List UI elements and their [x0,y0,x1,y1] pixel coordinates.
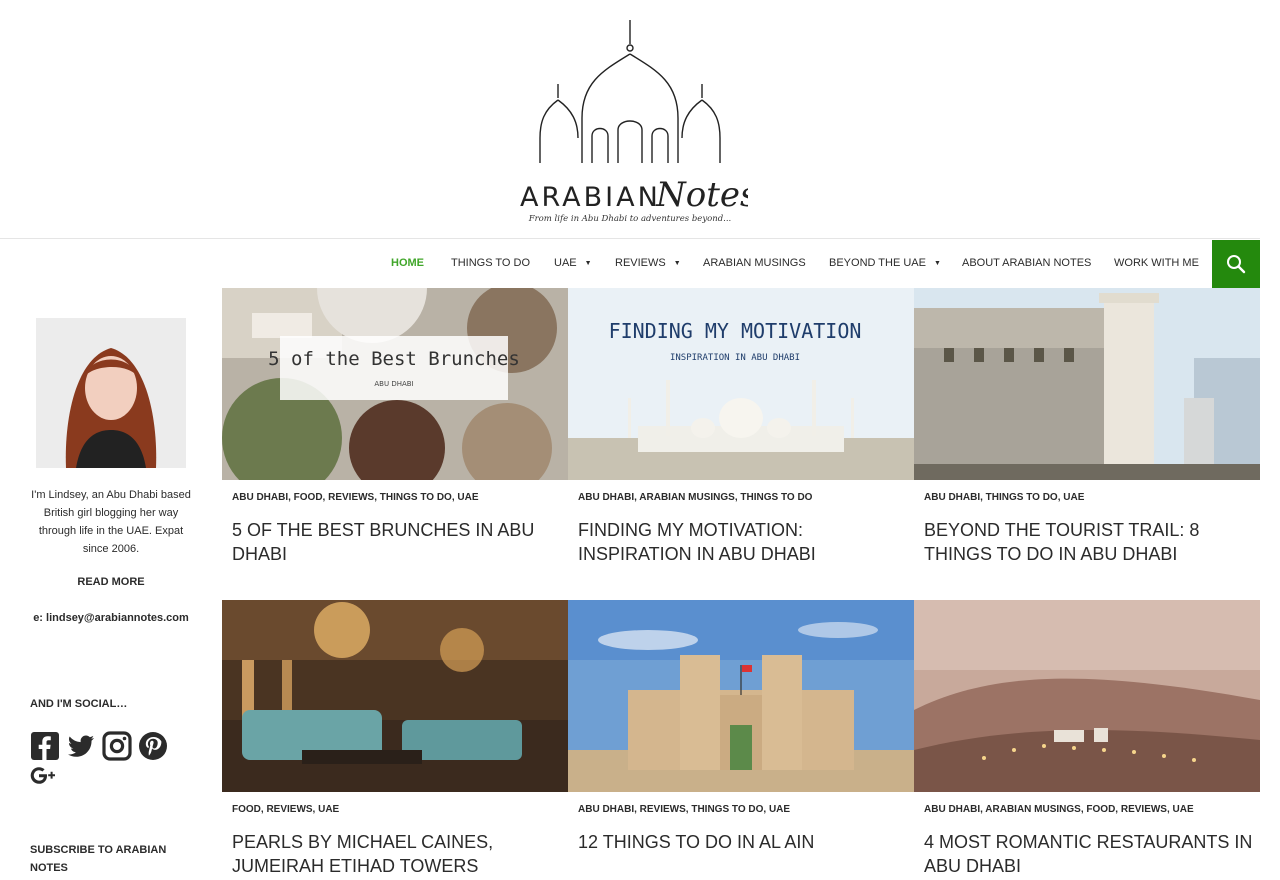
nav-item-label: UAE [554,257,577,269]
nav-item-about[interactable]: ABOUT ARABIAN NOTES [962,239,1091,288]
nav-item-things-to-do[interactable]: THINGS TO DO [451,239,530,288]
nav-item-label: BEYOND THE UAE [829,257,926,269]
nav-item-label: ABOUT ARABIAN NOTES [962,257,1092,269]
read-more-link[interactable]: READ MORE [30,576,192,588]
svg-text:From life in Abu Dhabi to adve: From life in Abu Dhabi to adventures bey… [528,214,732,224]
post-thumbnail[interactable]: FINDING MY MOTIVATION INSPIRATION IN ABU… [568,288,914,480]
nav-item-label: HOME [391,257,424,269]
post-thumbnail[interactable]: 5 of the Best Brunches ABU DHABI [222,288,568,480]
post-thumbnail[interactable] [914,288,1260,480]
post-thumbnail[interactable] [568,600,914,792]
author-photo [36,318,186,468]
post-title[interactable]: 12 THINGS TO DO IN AL AIN [578,830,908,854]
twitter-icon[interactable] [66,731,96,761]
svg-text:FINDING MY MOTIVATION: FINDING MY MOTIVATION [609,319,862,343]
nav-item-label: THINGS TO DO [451,257,531,269]
post-categories[interactable]: ABU DHABI, ARABIAN MUSINGS, FOOD, REVIEW… [924,804,1254,815]
nav-item-reviews[interactable]: REVIEWS ▼ [615,239,681,288]
facebook-icon[interactable] [30,731,60,761]
nav-item-home[interactable]: HOME [391,239,424,288]
social-widget-title: AND I'M SOCIAL… [30,698,128,710]
svg-text:INSPIRATION IN ABU DHABI: INSPIRATION IN ABU DHABI [670,353,800,363]
nav-item-label: REVIEWS [615,257,666,269]
instagram-icon[interactable] [102,731,132,761]
post-categories[interactable]: ABU DHABI, FOOD, REVIEWS, THINGS TO DO, … [232,492,562,503]
nav-item-arabian-musings[interactable]: ARABIAN MUSINGS [703,239,806,288]
svg-text:ARABIAN: ARABIAN [520,182,661,213]
post-categories[interactable]: ABU DHABI, THINGS TO DO, UAE [924,492,1254,503]
post-title[interactable]: 4 MOST ROMANTIC RESTAURANTS IN ABU DHABI [924,830,1254,878]
chevron-down-icon: ▼ [673,260,681,267]
search-icon [1227,255,1246,274]
mosque-logo-icon: ARABIAN Notes From life in Abu Dhabi to … [520,20,757,224]
site-header: ARABIAN Notes From life in Abu Dhabi to … [0,0,1280,240]
post-title[interactable]: PEARLS BY MICHAEL CAINES, JUMEIRAH ETIHA… [232,830,562,878]
post-categories[interactable]: ABU DHABI, ARABIAN MUSINGS, THINGS TO DO [578,492,908,503]
site-logo[interactable]: ARABIAN Notes From life in Abu Dhabi to … [512,18,757,228]
nav-item-work-with-me[interactable]: WORK WITH ME [1114,239,1199,288]
post-thumbnail[interactable] [222,600,568,792]
nav-item-label: ARABIAN MUSINGS [703,257,806,269]
post-title[interactable]: 5 OF THE BEST BRUNCHES IN ABU DHABI [232,518,562,566]
nav-item-label: WORK WITH ME [1114,257,1199,269]
main-navigation: HOME THINGS TO DO UAE ▼ REVIEWS ▼ ARABIAN … [0,239,1260,288]
post-categories[interactable]: ABU DHABI, REVIEWS, THINGS TO DO, UAE [578,804,908,815]
email-link[interactable]: e: lindsey@arabiannotes.com [30,612,192,624]
author-bio: I'm Lindsey, an Abu Dhabi based British … [31,489,191,555]
search-button[interactable] [1212,240,1260,288]
post-categories[interactable]: FOOD, REVIEWS, UAE [232,804,562,815]
svg-text:5 of the Best Brunches: 5 of the Best Brunches [268,348,520,370]
svg-text:ABU DHABI: ABU DHABI [374,380,413,388]
post-thumbnail[interactable] [914,600,1260,792]
pinterest-icon[interactable] [138,731,168,761]
chevron-down-icon: ▼ [584,260,592,267]
google-plus-icon[interactable] [30,764,58,788]
nav-item-uae[interactable]: UAE ▼ [554,239,592,288]
nav-item-beyond-the-uae[interactable]: BEYOND THE UAE ▼ [829,239,941,288]
chevron-down-icon: ▼ [934,260,941,267]
post-title[interactable]: BEYOND THE TOURIST TRAIL: 8 THINGS TO DO… [924,518,1254,566]
post-title[interactable]: FINDING MY MOTIVATION: INSPIRATION IN AB… [578,518,908,566]
svg-text:Notes: Notes [655,175,748,215]
sidebar: I'm Lindsey, an Abu Dhabi based British … [0,288,222,880]
subscribe-widget-title: SUBSCRIBE TO ARABIAN NOTES [30,844,167,874]
